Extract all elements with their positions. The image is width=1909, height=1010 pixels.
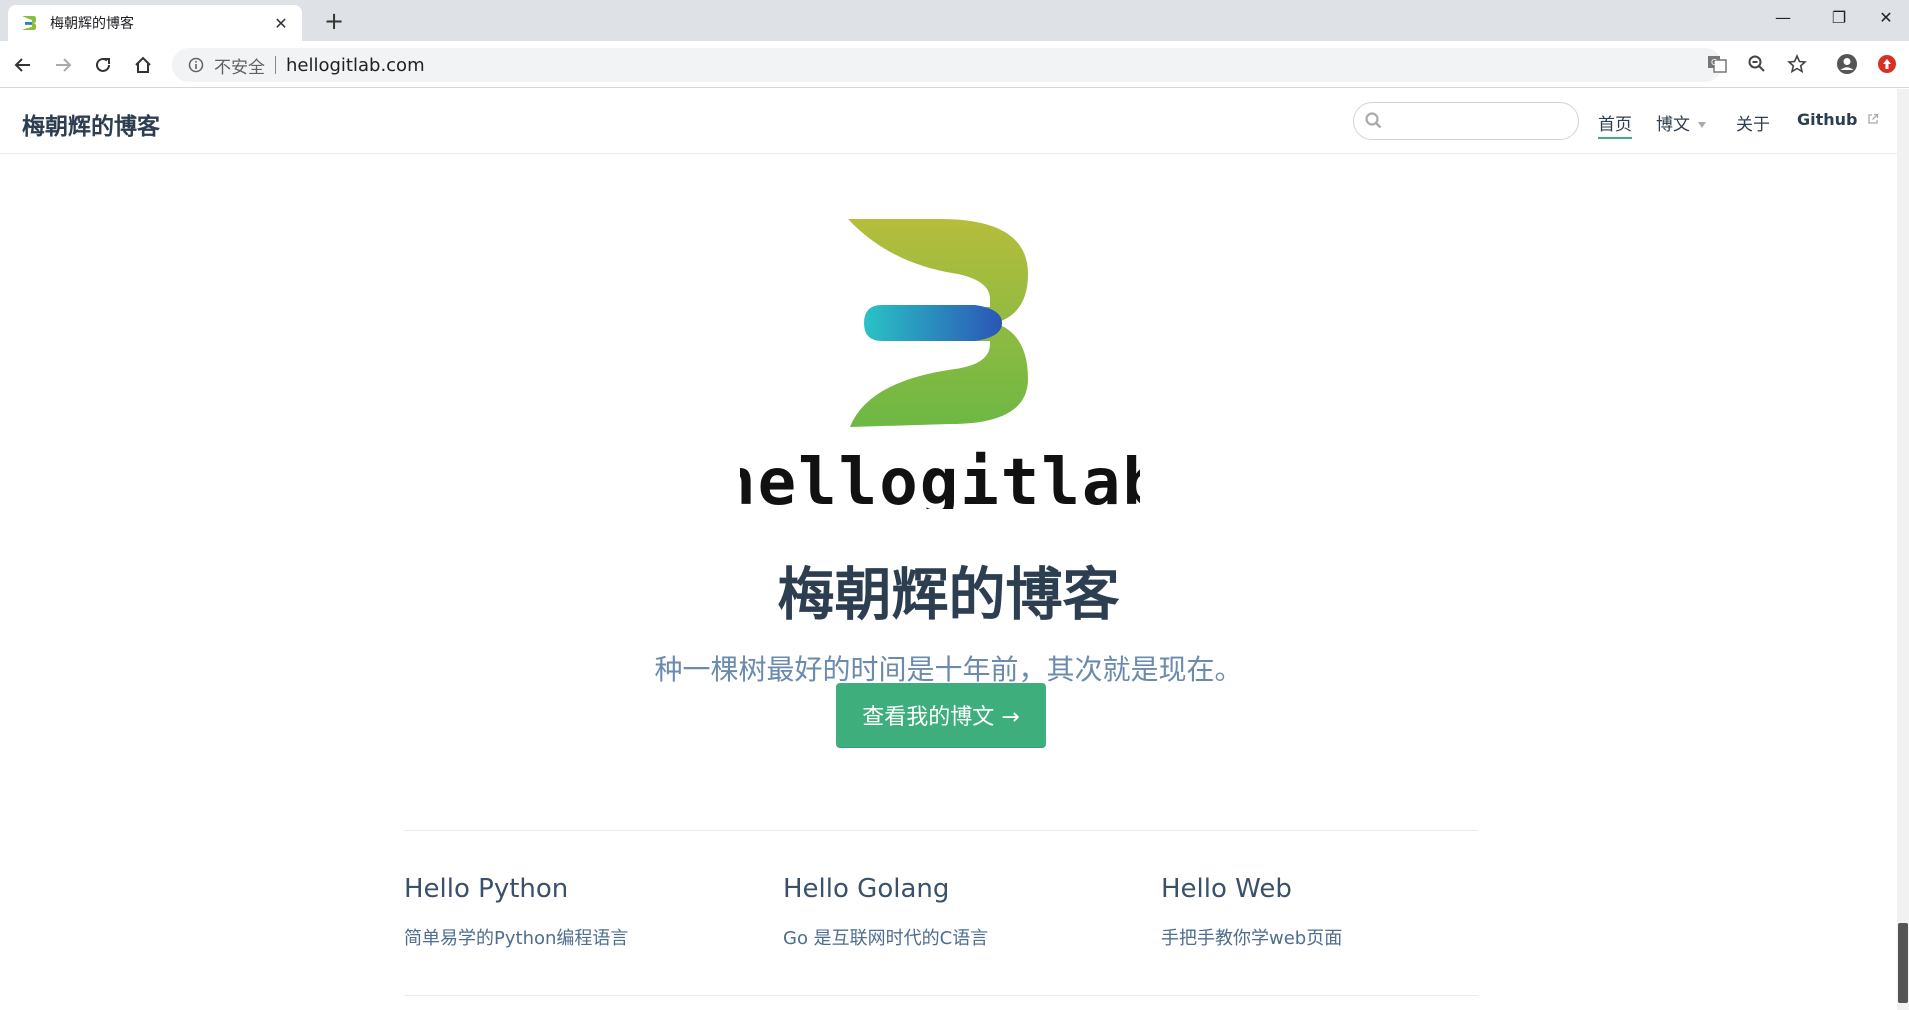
- zoom-out-icon: [1748, 55, 1765, 72]
- nav-about-link[interactable]: 关于: [1736, 110, 1770, 135]
- back-button[interactable]: [7, 49, 39, 81]
- update-icon: [1878, 55, 1896, 73]
- browser-tab[interactable]: 梅朝辉的博客 ✕: [8, 5, 302, 41]
- bookmark-button[interactable]: [1780, 47, 1814, 81]
- browser-toolbar: 不安全 hellogitlab.com G: [0, 41, 1909, 88]
- tab-close-icon[interactable]: ✕: [272, 14, 290, 33]
- info-icon[interactable]: [188, 57, 204, 73]
- hero-description: 种一棵树最好的时间是十年前，其次就是现在。: [654, 653, 1243, 686]
- security-label[interactable]: 不安全: [214, 53, 265, 78]
- features-divider-bottom: [404, 995, 1478, 996]
- page-scrollbar[interactable]: [1897, 89, 1909, 1010]
- hero-logo-image: hellogitlab: [740, 219, 1140, 509]
- site-favicon-icon: [22, 16, 36, 30]
- account-icon: [1837, 54, 1857, 74]
- view-posts-button[interactable]: 查看我的博文 →: [836, 683, 1046, 748]
- search-box[interactable]: [1353, 102, 1579, 140]
- features-divider-top: [404, 830, 1478, 831]
- feature-details: 手把手教你学web页面: [1161, 928, 1343, 949]
- nav-posts-dropdown[interactable]: 博文: [1656, 110, 1706, 135]
- search-icon: [1365, 112, 1382, 129]
- star-icon: [1787, 54, 1807, 74]
- feature-title: Hello Web: [1161, 874, 1292, 904]
- external-link-icon: [1868, 113, 1879, 124]
- minimize-button[interactable]: —: [1755, 0, 1811, 38]
- nav-github-link[interactable]: Github: [1797, 110, 1879, 129]
- home-icon: [135, 56, 151, 73]
- feature-python: Hello Python 简单易学的Python编程语言: [404, 874, 744, 950]
- feature-web: Hello Web 手把手教你学web页面: [1161, 874, 1501, 950]
- site-title-link[interactable]: 梅朝辉的博客: [22, 107, 160, 141]
- feature-golang: Hello Golang Go 是互联网时代的C语言: [783, 874, 1123, 950]
- hero-logo-text: hellogitlab: [740, 446, 1140, 509]
- feature-title: Hello Golang: [783, 874, 950, 904]
- hero-title: 梅朝辉的博客: [777, 562, 1120, 628]
- nav-posts-label: 博文: [1656, 115, 1690, 135]
- browser-tab-strip: 梅朝辉的博客 ✕ + — ❐ ✕: [0, 0, 1909, 41]
- page-viewport: 梅朝辉的博客 首页 博文 关于 Github ellogitlab 梅朝辉的博客…: [0, 89, 1897, 1010]
- forward-button[interactable]: [47, 49, 79, 81]
- reload-button[interactable]: [87, 49, 119, 81]
- update-button[interactable]: [1870, 47, 1904, 81]
- reload-icon: [96, 57, 110, 72]
- scrollbar-thumb[interactable]: [1898, 923, 1908, 1003]
- address-bar[interactable]: 不安全 hellogitlab.com: [172, 48, 1722, 82]
- translate-button[interactable]: G: [1700, 47, 1734, 81]
- translate-icon: G: [1708, 56, 1727, 73]
- site-navbar: 梅朝辉的博客 首页 博文 关于 Github: [0, 89, 1897, 154]
- close-window-button[interactable]: ✕: [1858, 0, 1909, 38]
- feature-title: Hello Python: [404, 874, 569, 904]
- profile-button[interactable]: [1830, 47, 1864, 81]
- zoom-button[interactable]: [1740, 47, 1774, 81]
- address-separator: [275, 56, 276, 74]
- svg-text:G: G: [1711, 58, 1717, 67]
- new-tab-button[interactable]: +: [318, 5, 350, 37]
- back-arrow-icon: [14, 58, 30, 72]
- nav-home-link[interactable]: 首页: [1598, 110, 1632, 139]
- url-text[interactable]: hellogitlab.com: [286, 55, 425, 76]
- feature-details: 简单易学的Python编程语言: [404, 928, 629, 949]
- forward-arrow-icon: [56, 58, 72, 72]
- feature-details: Go 是互联网时代的C语言: [783, 928, 989, 949]
- search-input[interactable]: [1390, 109, 1570, 133]
- home-button[interactable]: [127, 49, 159, 81]
- tab-title: 梅朝辉的博客: [50, 16, 134, 32]
- nav-github-label: Github: [1797, 110, 1858, 129]
- dropdown-caret-icon: [1698, 122, 1706, 128]
